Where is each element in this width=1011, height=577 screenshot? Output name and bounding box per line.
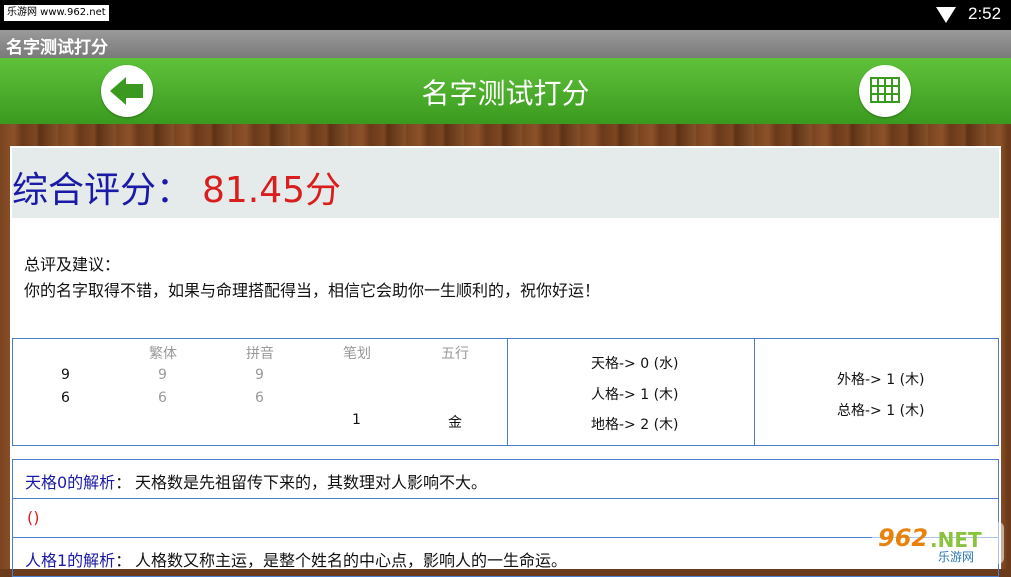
- summary-title: 总评及建议：: [24, 255, 121, 274]
- analysis-row: (): [12, 498, 999, 538]
- clock: 2:52: [968, 4, 1002, 23]
- zong-ge: 总格-> 1 (木): [837, 403, 925, 419]
- header-bar: 名字测试打分: [0, 58, 1011, 124]
- header-element: 五行: [441, 346, 469, 362]
- table-cell: 1: [352, 412, 361, 428]
- grid-icon: [870, 77, 900, 103]
- app-title: 名字测试打分: [6, 38, 108, 58]
- table-cell: 6: [255, 390, 264, 406]
- name-analysis-table: 繁体 拼音 笔划 五行 9 9 9 6 6 6 1 金 天格-> 0 (水) 人…: [12, 338, 999, 446]
- table-cell: 9: [255, 367, 264, 383]
- table-cell: 6: [61, 390, 70, 406]
- header-pinyin: 拼音: [246, 346, 274, 362]
- di-ge: 地格-> 2 (木): [591, 417, 679, 433]
- analysis-text: 天格数是先祖留传下来的，其数理对人影响不大。: [135, 473, 488, 492]
- score-bar: 综合评分： 81.45分: [12, 148, 999, 218]
- result-card[interactable]: 综合评分： 81.45分 总评及建议： 你的名字取得不错，如果与命理搭配得当，相…: [10, 146, 1001, 577]
- table-cell: 9: [158, 367, 167, 383]
- analysis-text: 人格数又称主运，是整个姓名的中心点，影响人的一生命运。: [135, 551, 568, 570]
- summary-block: 总评及建议： 你的名字取得不错，如果与命理搭配得当，相信它会助你一生顺利的，祝你…: [24, 252, 600, 304]
- analysis-key: 人格1的解析：: [25, 551, 132, 570]
- wifi-icon: [936, 7, 956, 23]
- analysis-row: 天格0的解析： 天格数是先祖留传下来的，其数理对人影响不大。: [12, 459, 999, 499]
- status-bar: 乐游网 www.962.net 2:52: [0, 0, 1011, 30]
- score-label: 综合评分：: [12, 170, 193, 211]
- ren-ge: 人格-> 1 (木): [591, 387, 679, 403]
- tian-ge: 天格-> 0 (水): [591, 356, 679, 372]
- analysis-row: 人格1的解析： 人格数又称主运，是整个姓名的中心点，影响人的一生命运。: [12, 537, 999, 577]
- app-title-bar: 名字测试打分: [0, 30, 1011, 58]
- table-cell: 9: [61, 367, 70, 383]
- summary-text: 你的名字取得不错，如果与命理搭配得当，相信它会助你一生顺利的，祝你好运！: [24, 281, 601, 300]
- source-label: 乐游网 www.962.net: [4, 5, 109, 21]
- header-traditional: 繁体: [149, 346, 177, 362]
- table-cell: 6: [158, 390, 167, 406]
- analysis-text: (): [27, 508, 40, 527]
- grid-menu-button[interactable]: [859, 65, 911, 117]
- wai-ge: 外格-> 1 (木): [837, 372, 925, 388]
- table-cell: 金: [448, 415, 462, 431]
- analysis-key: 天格0的解析：: [25, 473, 132, 492]
- watermark-logo: 962 .NET 乐游网: [872, 522, 1004, 564]
- score-value: 81.45分: [202, 170, 342, 211]
- header-strokes: 笔划: [343, 346, 371, 362]
